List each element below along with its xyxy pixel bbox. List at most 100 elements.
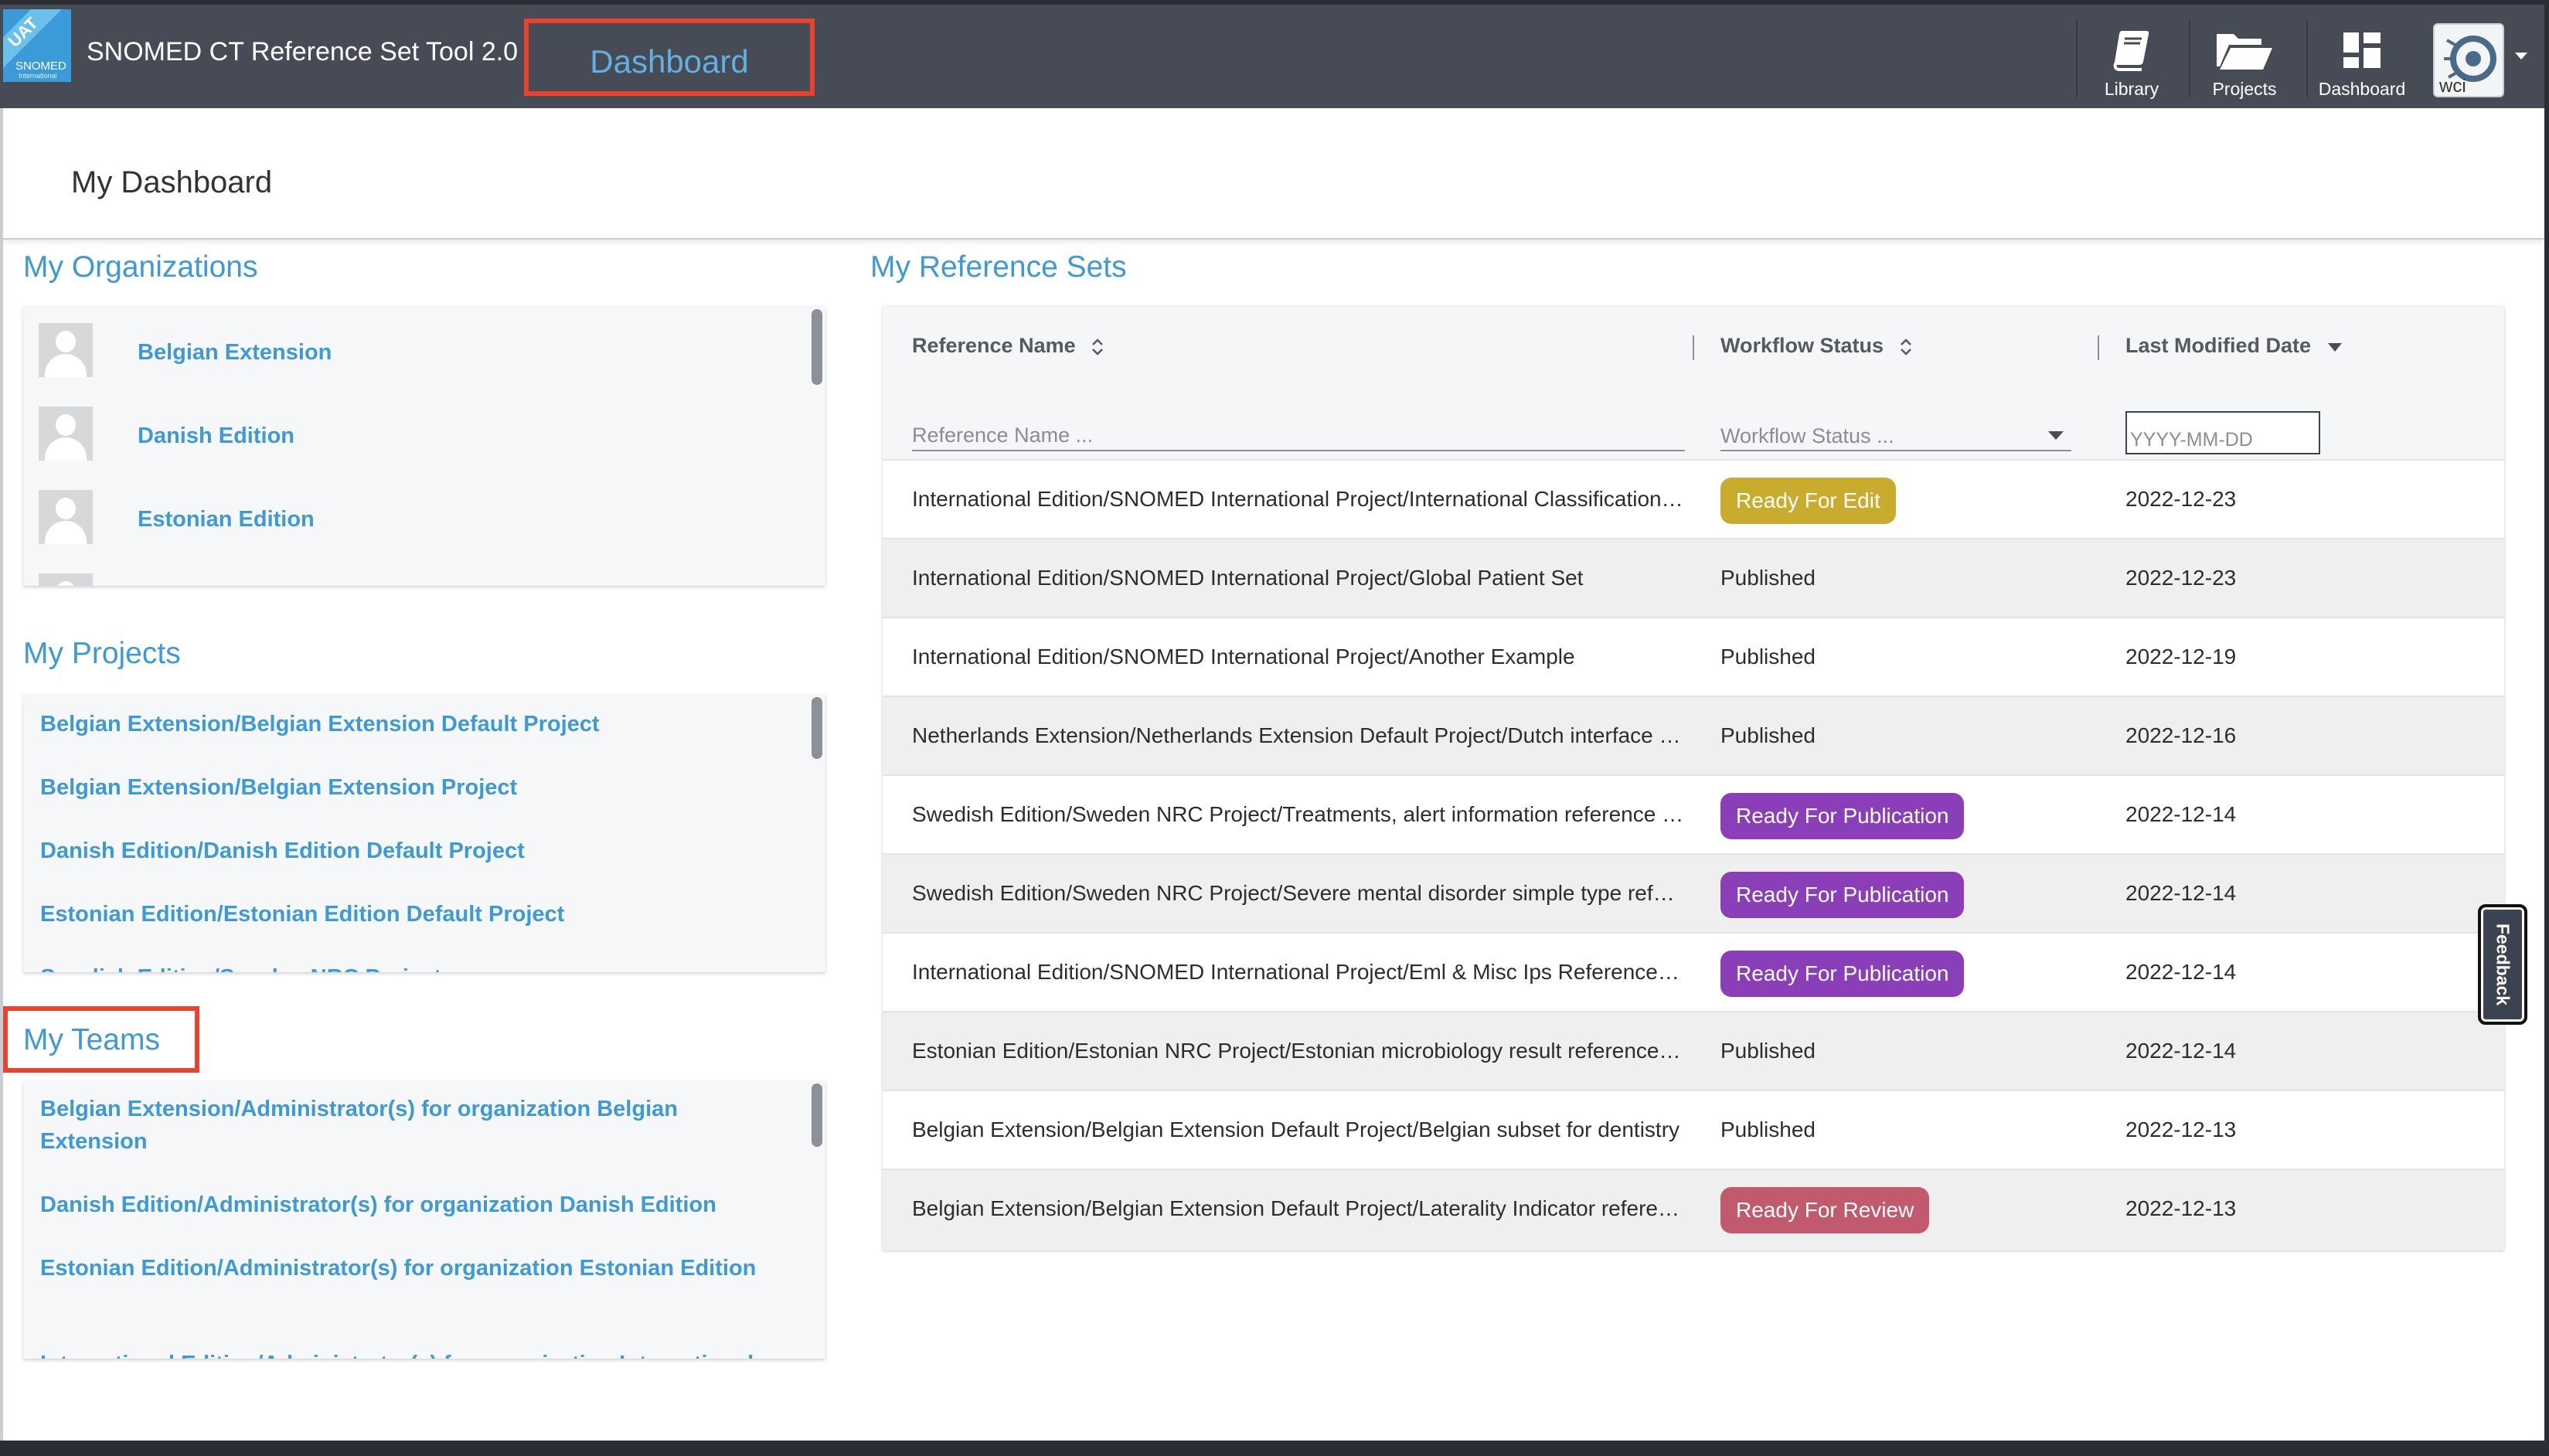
nav-library-label: Library — [2104, 79, 2159, 99]
left-border — [0, 108, 3, 1441]
snomed-logo[interactable]: UAT SNOMED International — [3, 9, 71, 82]
organizations-scrollbar[interactable] — [812, 309, 822, 385]
projects-scrollbar[interactable] — [812, 697, 822, 759]
status-text: Published — [1720, 645, 1816, 668]
column-separator[interactable] — [2098, 335, 2099, 360]
last-modified-date-cell: 2022-12-23 — [2125, 487, 2237, 511]
top-header: UAT SNOMED International SNOMED CT Refer… — [0, 5, 2544, 108]
nav-projects[interactable]: Projects — [2189, 20, 2299, 99]
status-text: Published — [1720, 1118, 1816, 1141]
table-filter-row: Workflow Status ... — [883, 383, 2504, 459]
reference-name-cell[interactable]: International Edition/SNOMED Internation… — [912, 960, 1685, 985]
status-text: Published — [1720, 723, 1816, 747]
team-link[interactable]: Belgian Extension/Administrator(s) for o… — [40, 1093, 782, 1158]
last-modified-date-filter-input[interactable] — [2125, 411, 2320, 454]
refsets-title: My Reference Sets — [870, 250, 1127, 284]
reference-name-cell[interactable]: Belgian Extension/Belgian Extension Defa… — [912, 1196, 1685, 1221]
table-row[interactable]: International Edition/SNOMED Internation… — [883, 932, 2504, 1011]
logo-text: SNOMED — [15, 60, 66, 73]
sort-descending-icon — [2327, 342, 2342, 352]
projects-title: My Projects — [23, 637, 181, 670]
nav-projects-label: Projects — [2212, 79, 2277, 99]
project-link[interactable]: Swedish Edition/Sweden NRC Project — [40, 961, 782, 972]
team-link[interactable]: Estonian Edition/Administrator(s) for or… — [40, 1252, 782, 1284]
table-row[interactable]: International Edition/SNOMED Internation… — [883, 617, 2504, 696]
nav-library[interactable]: Library — [2076, 20, 2186, 99]
organization-name: Estonian Edition — [138, 507, 315, 532]
project-link[interactable]: Danish Edition/Danish Edition Default Pr… — [40, 835, 782, 867]
organizations-title: My Organizations — [23, 250, 258, 284]
folder-open-icon — [2217, 34, 2272, 70]
table-row[interactable]: Swedish Edition/Sweden NRC Project/Sever… — [883, 853, 2504, 932]
table-row[interactable]: Belgian Extension/Belgian Extension Defa… — [883, 1090, 2504, 1169]
table-row[interactable]: Netherlands Extension/Netherlands Extens… — [883, 696, 2504, 774]
last-modified-date-cell: 2022-12-16 — [2125, 723, 2237, 747]
organization-avatar-icon — [39, 407, 93, 461]
feedback-label: Feedback — [2493, 923, 2513, 1006]
column-header-workflow-status[interactable]: Workflow Status — [1720, 334, 1914, 358]
nav-dashboard[interactable]: Dashboard — [2306, 20, 2416, 99]
organizations-list: Belgian Extension Danish Edition Estonia… — [23, 306, 825, 586]
workflow-status-filter-select[interactable]: Workflow Status ... — [1720, 420, 2071, 451]
teams-list: Belgian Extension/Administrator(s) for o… — [23, 1080, 825, 1359]
column-separator[interactable] — [1693, 335, 1694, 360]
team-link[interactable]: Danish Edition/Administrator(s) for orga… — [40, 1189, 782, 1221]
reference-name-filter-input[interactable] — [912, 420, 1685, 451]
table-row[interactable]: Estonian Edition/Estonian NRC Project/Es… — [883, 1011, 2504, 1090]
app-title: SNOMED CT Reference Set Tool 2.0 — [87, 37, 519, 66]
sort-icon — [1900, 338, 1911, 355]
table-row[interactable]: Swedish Edition/Sweden NRC Project/Treat… — [883, 774, 2504, 853]
avatar-text: wci — [2439, 76, 2466, 97]
reference-name-cell[interactable]: Netherlands Extension/Netherlands Extens… — [912, 723, 1685, 748]
organization-avatar-icon — [39, 573, 93, 586]
reference-name-cell[interactable]: Estonian Edition/Estonian NRC Project/Es… — [912, 1039, 1685, 1063]
user-menu-caret-icon[interactable] — [2515, 53, 2527, 60]
last-modified-date-cell: 2022-12-14 — [2125, 960, 2237, 984]
user-avatar[interactable]: wci — [2433, 23, 2504, 97]
logo-subtext: International — [19, 72, 57, 80]
table-row[interactable]: International Edition/SNOMED Internation… — [883, 459, 2504, 538]
status-text: Published — [1720, 566, 1816, 590]
project-link[interactable]: Belgian Extension/Belgian Extension Defa… — [40, 708, 782, 740]
last-modified-date-cell: 2022-12-19 — [2125, 645, 2237, 668]
book-icon — [2113, 31, 2149, 71]
reference-name-cell[interactable]: International Edition/SNOMED Internation… — [912, 487, 1685, 512]
reference-name-cell[interactable]: International Edition/SNOMED Internation… — [912, 566, 1685, 590]
last-modified-date-cell: 2022-12-14 — [2125, 802, 2237, 826]
status-badge-ready-for-publication: Ready For Publication — [1720, 872, 1965, 918]
table-row[interactable]: International Edition/SNOMED Internation… — [883, 538, 2504, 617]
organization-avatar-icon — [39, 490, 93, 544]
sort-icon — [1092, 338, 1104, 355]
organization-name: Belgian Extension — [138, 340, 332, 365]
reference-name-cell[interactable]: International Edition/SNOMED Internation… — [912, 645, 1685, 669]
column-header-last-modified-date[interactable]: Last Modified Date — [2125, 334, 2345, 358]
organization-name: Danish Edition — [138, 424, 294, 448]
dashboard-tab-highlight[interactable]: Dashboard — [524, 19, 815, 96]
refsets-table: Reference Name Workflow Status Last Modi… — [883, 306, 2504, 1250]
reference-name-cell[interactable]: Swedish Edition/Sweden NRC Project/Sever… — [912, 881, 1685, 906]
dashboard-tab-label: Dashboard — [590, 43, 749, 80]
teams-title[interactable]: My Teams — [23, 1023, 160, 1057]
feedback-tab[interactable]: Feedback — [2478, 904, 2527, 1025]
app-window: UAT SNOMED International SNOMED CT Refer… — [0, 5, 2544, 1441]
status-badge-ready-for-publication: Ready For Publication — [1720, 793, 1965, 839]
organization-avatar-icon — [39, 323, 93, 377]
reference-name-cell[interactable]: Belgian Extension/Belgian Extension Defa… — [912, 1118, 1685, 1142]
nav-dashboard-label: Dashboard — [2318, 79, 2406, 99]
dropdown-caret-icon — [2048, 431, 2064, 440]
last-modified-date-cell: 2022-12-14 — [2125, 1039, 2237, 1063]
project-link[interactable]: Estonian Edition/Estonian Edition Defaul… — [40, 898, 782, 930]
workflow-status-filter-placeholder: Workflow Status ... — [1720, 424, 1894, 447]
page-title-bar: My Dashboard — [0, 108, 2544, 240]
last-modified-date-cell: 2022-12-13 — [2125, 1196, 2237, 1220]
reference-name-cell[interactable]: Swedish Edition/Sweden NRC Project/Treat… — [912, 802, 1685, 827]
column-header-reference-name[interactable]: Reference Name — [912, 334, 1106, 358]
project-link[interactable]: Belgian Extension/Belgian Extension Proj… — [40, 771, 782, 804]
status-badge-ready-for-review: Ready For Review — [1720, 1187, 1930, 1233]
status-badge-ready-for-edit: Ready For Edit — [1720, 478, 1896, 524]
team-link[interactable]: International Edition/Administrator(s) f… — [40, 1348, 782, 1359]
table-row[interactable]: Belgian Extension/Belgian Extension Defa… — [883, 1169, 2504, 1250]
page-title: My Dashboard — [71, 165, 273, 199]
teams-scrollbar[interactable] — [812, 1083, 822, 1147]
status-text: Published — [1720, 1039, 1816, 1063]
